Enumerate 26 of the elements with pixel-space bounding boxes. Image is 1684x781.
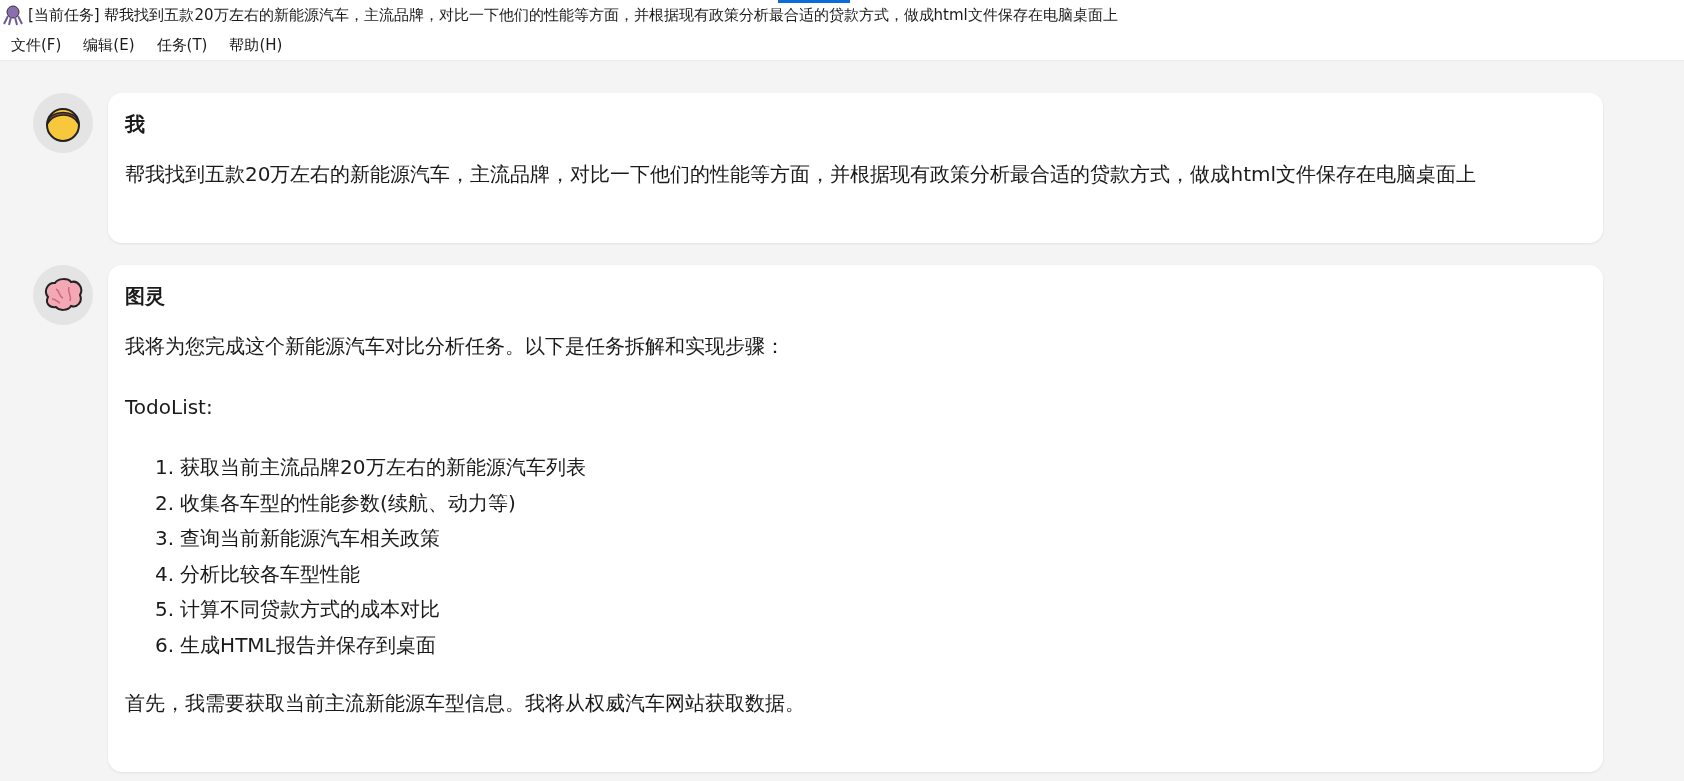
brain-icon [42, 277, 84, 313]
menu-item[interactable]: 文件(F) [4, 31, 69, 59]
todo-item: 查询当前新能源汽车相关政策 [180, 525, 441, 552]
message-text: 首先，我需要获取当前主流新能源车型信息。我将从权威汽车网站获取数据。 [125, 690, 806, 717]
octopus-icon [2, 4, 24, 26]
menu-item[interactable]: 任务(T) [149, 31, 215, 59]
todo-item: 获取当前主流品牌20万左右的新能源汽车列表 [180, 454, 586, 481]
list-number: 6. [155, 631, 175, 659]
todo-item: 分析比较各车型性能 [180, 560, 361, 588]
list-number: 5. [155, 596, 175, 623]
accent-line [778, 0, 850, 3]
list-number: 3. [155, 525, 175, 552]
todo-item: 生成HTML报告并保存到桌面 [180, 631, 436, 659]
message-text: TodoList: [125, 394, 214, 421]
message-text: 帮我找到五款20万左右的新能源汽车，主流品牌，对比一下他们的性能等方面，并根据现有政策分析最合适的贷款方式，做成html文件保存在电脑桌面上 [125, 161, 1477, 188]
menu-item[interactable]: 帮助(H) [222, 31, 290, 59]
sender-name: 我 [125, 111, 146, 138]
menu-item[interactable]: 编辑(E) [76, 31, 142, 59]
list-number: 4. [155, 560, 175, 588]
message-text: 我将为您完成这个新能源汽车对比分析任务。以下是任务拆解和实现步骤： [125, 333, 786, 360]
list-number: 1. [155, 454, 175, 481]
todo-item: 收集各车型的性能参数(续航、动力等) [180, 489, 516, 517]
todo-item: 计算不同贷款方式的成本对比 [180, 596, 441, 623]
list-number: 2. [155, 489, 175, 517]
sender-name: 图灵 [125, 283, 166, 310]
window-title: [当前任务] 帮我找到五款20万左右的新能源汽车，主流品牌，对比一下他们的性能等方面，并根据现有政策分析最合适的贷款方式，做成html文件保存在电脑桌面上 [28, 5, 1118, 25]
